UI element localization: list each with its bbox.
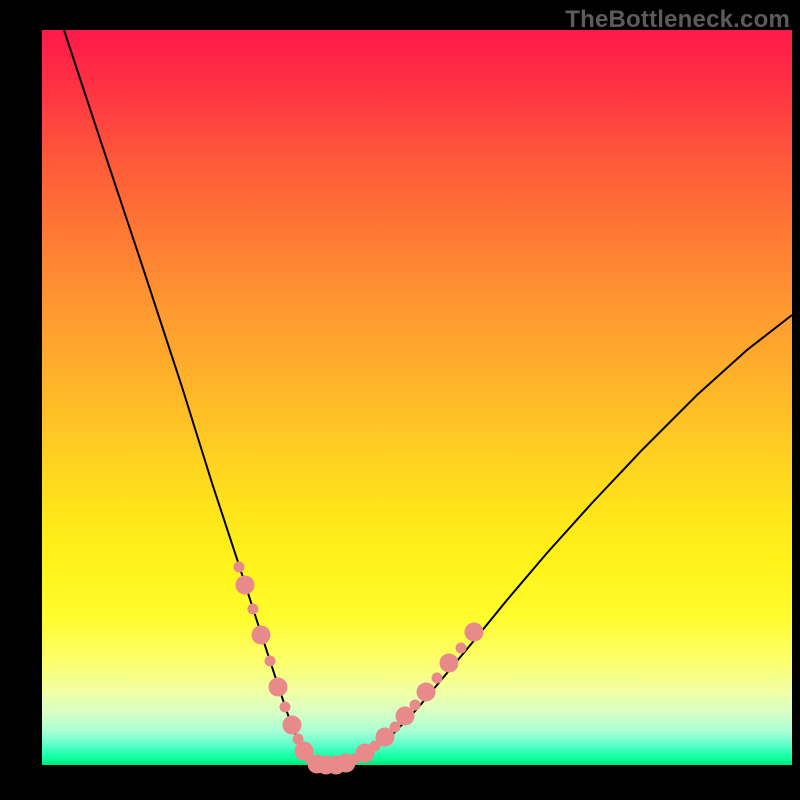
plot-area xyxy=(42,30,792,765)
marker-group xyxy=(234,562,484,775)
main-curve xyxy=(64,30,792,765)
marker-dot xyxy=(269,678,288,697)
marker-dot xyxy=(283,716,302,735)
marker-dot xyxy=(456,643,467,654)
marker-dot xyxy=(410,700,421,711)
marker-dot xyxy=(465,623,484,642)
marker-dot xyxy=(417,683,436,702)
marker-dot xyxy=(248,604,259,615)
marker-dot xyxy=(252,626,271,645)
marker-dot xyxy=(432,673,443,684)
marker-dot xyxy=(280,702,291,713)
watermark-text: TheBottleneck.com xyxy=(565,6,790,34)
chart-svg xyxy=(42,30,792,765)
chart-frame: TheBottleneck.com xyxy=(0,0,800,800)
marker-dot xyxy=(236,576,255,595)
marker-dot xyxy=(234,562,245,573)
marker-dot xyxy=(265,656,276,667)
marker-dot xyxy=(440,654,459,673)
